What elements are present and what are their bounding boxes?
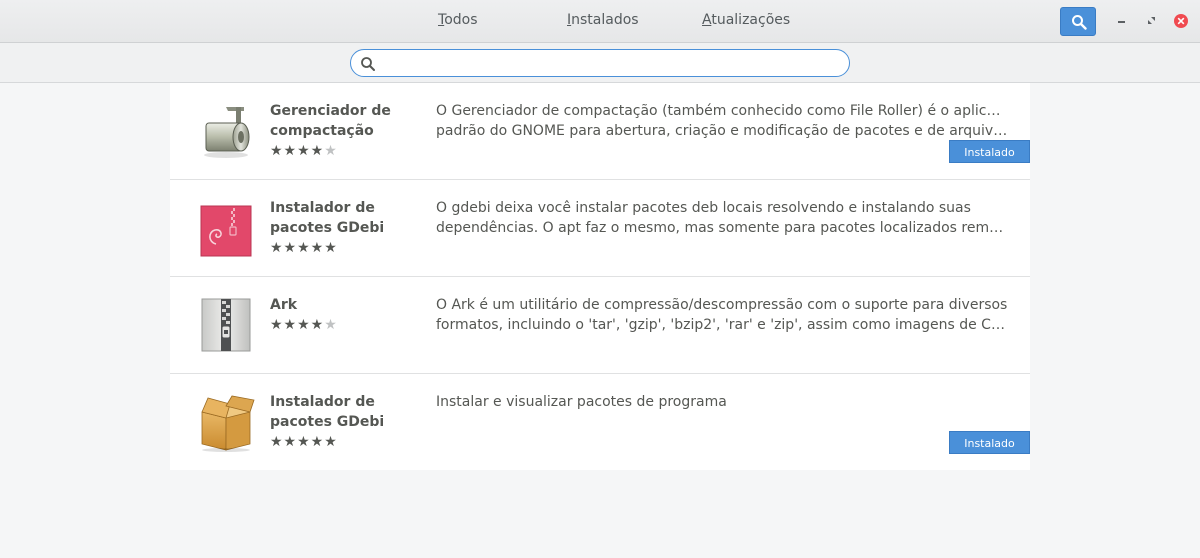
app-name: Instalador de pacotes GDebi — [270, 394, 385, 430]
search-icon — [1072, 15, 1087, 30]
minimize-button[interactable] — [1113, 12, 1131, 30]
tab-all[interactable]: Todos — [438, 12, 478, 28]
description-line: formatos, incluindo o 'tar', 'gzip', 'bz… — [436, 317, 1008, 333]
search-entry[interactable] — [350, 49, 850, 77]
app-name: Instalador de pacotes GDebi — [270, 200, 385, 236]
close-icon — [1174, 14, 1188, 28]
rating-stars: ★★★★★ — [270, 240, 338, 256]
close-button[interactable] — [1172, 12, 1190, 30]
archive-roller-icon — [196, 101, 256, 161]
rating-stars: ★★★★★ — [270, 434, 338, 450]
app-description: O Gerenciador de compactação (também con… — [436, 101, 1008, 141]
tab-installed[interactable]: Instalados — [567, 12, 639, 28]
debian-package-icon — [196, 198, 256, 258]
maximize-button[interactable] — [1143, 12, 1161, 30]
search-icon — [361, 57, 375, 71]
app-row[interactable]: Instalador de pacotes GDebi ★★★★★ O gdeb… — [170, 180, 1030, 277]
rating-stars: ★★★★★ — [270, 143, 338, 159]
minimize-icon — [1118, 21, 1125, 23]
tab-installed-label: nstalados — [571, 12, 639, 28]
tab-updates-mnemonic: A — [702, 12, 712, 28]
tab-all-label: odos — [444, 12, 478, 28]
app-description: Instalar e visualizar pacotes de program… — [436, 392, 1008, 412]
app-row[interactable]: Ark ★★★★★ O Ark é um utilitário de compr… — [170, 277, 1030, 374]
description-line: padrão do GNOME para abertura, criação e… — [436, 123, 1008, 139]
description-line: O Gerenciador de compactação (também con… — [436, 103, 1008, 119]
app-list: Gerenciador de compactação ★★★★★ O Geren… — [170, 83, 1030, 470]
description-line: O Ark é um utilitário de compressão/desc… — [436, 297, 1008, 313]
rating-stars: ★★★★★ — [270, 317, 338, 333]
cardboard-box-icon — [196, 392, 256, 452]
installed-badge: Instalado — [949, 140, 1030, 163]
app-name: Ark — [270, 297, 298, 313]
description-line: dependências. O apt faz o mesmo, mas som… — [436, 220, 1008, 236]
app-row[interactable]: Instalador de pacotes GDebi ★★★★★ Instal… — [170, 374, 1030, 471]
app-row[interactable]: Gerenciador de compactação ★★★★★ O Geren… — [170, 83, 1030, 180]
search-bar — [0, 43, 1200, 83]
installed-badge: Instalado — [949, 431, 1030, 454]
tab-updates[interactable]: Atualizações — [702, 12, 790, 28]
search-toggle-button[interactable] — [1060, 7, 1096, 36]
app-description: O Ark é um utilitário de compressão/desc… — [436, 295, 1008, 335]
app-name: Gerenciador de compactação — [270, 103, 391, 139]
app-description: O gdebi deixa você instalar pacotes deb … — [436, 198, 1008, 238]
description-line: O gdebi deixa você instalar pacotes deb … — [436, 200, 971, 216]
tab-updates-label: tualizações — [711, 12, 791, 28]
maximize-icon — [1148, 17, 1155, 24]
header-bar: Todos Instalados Atualizações — [0, 0, 1200, 43]
description-line: Instalar e visualizar pacotes de program… — [436, 394, 727, 410]
search-input[interactable] — [381, 53, 841, 73]
zip-archive-icon — [196, 295, 256, 355]
